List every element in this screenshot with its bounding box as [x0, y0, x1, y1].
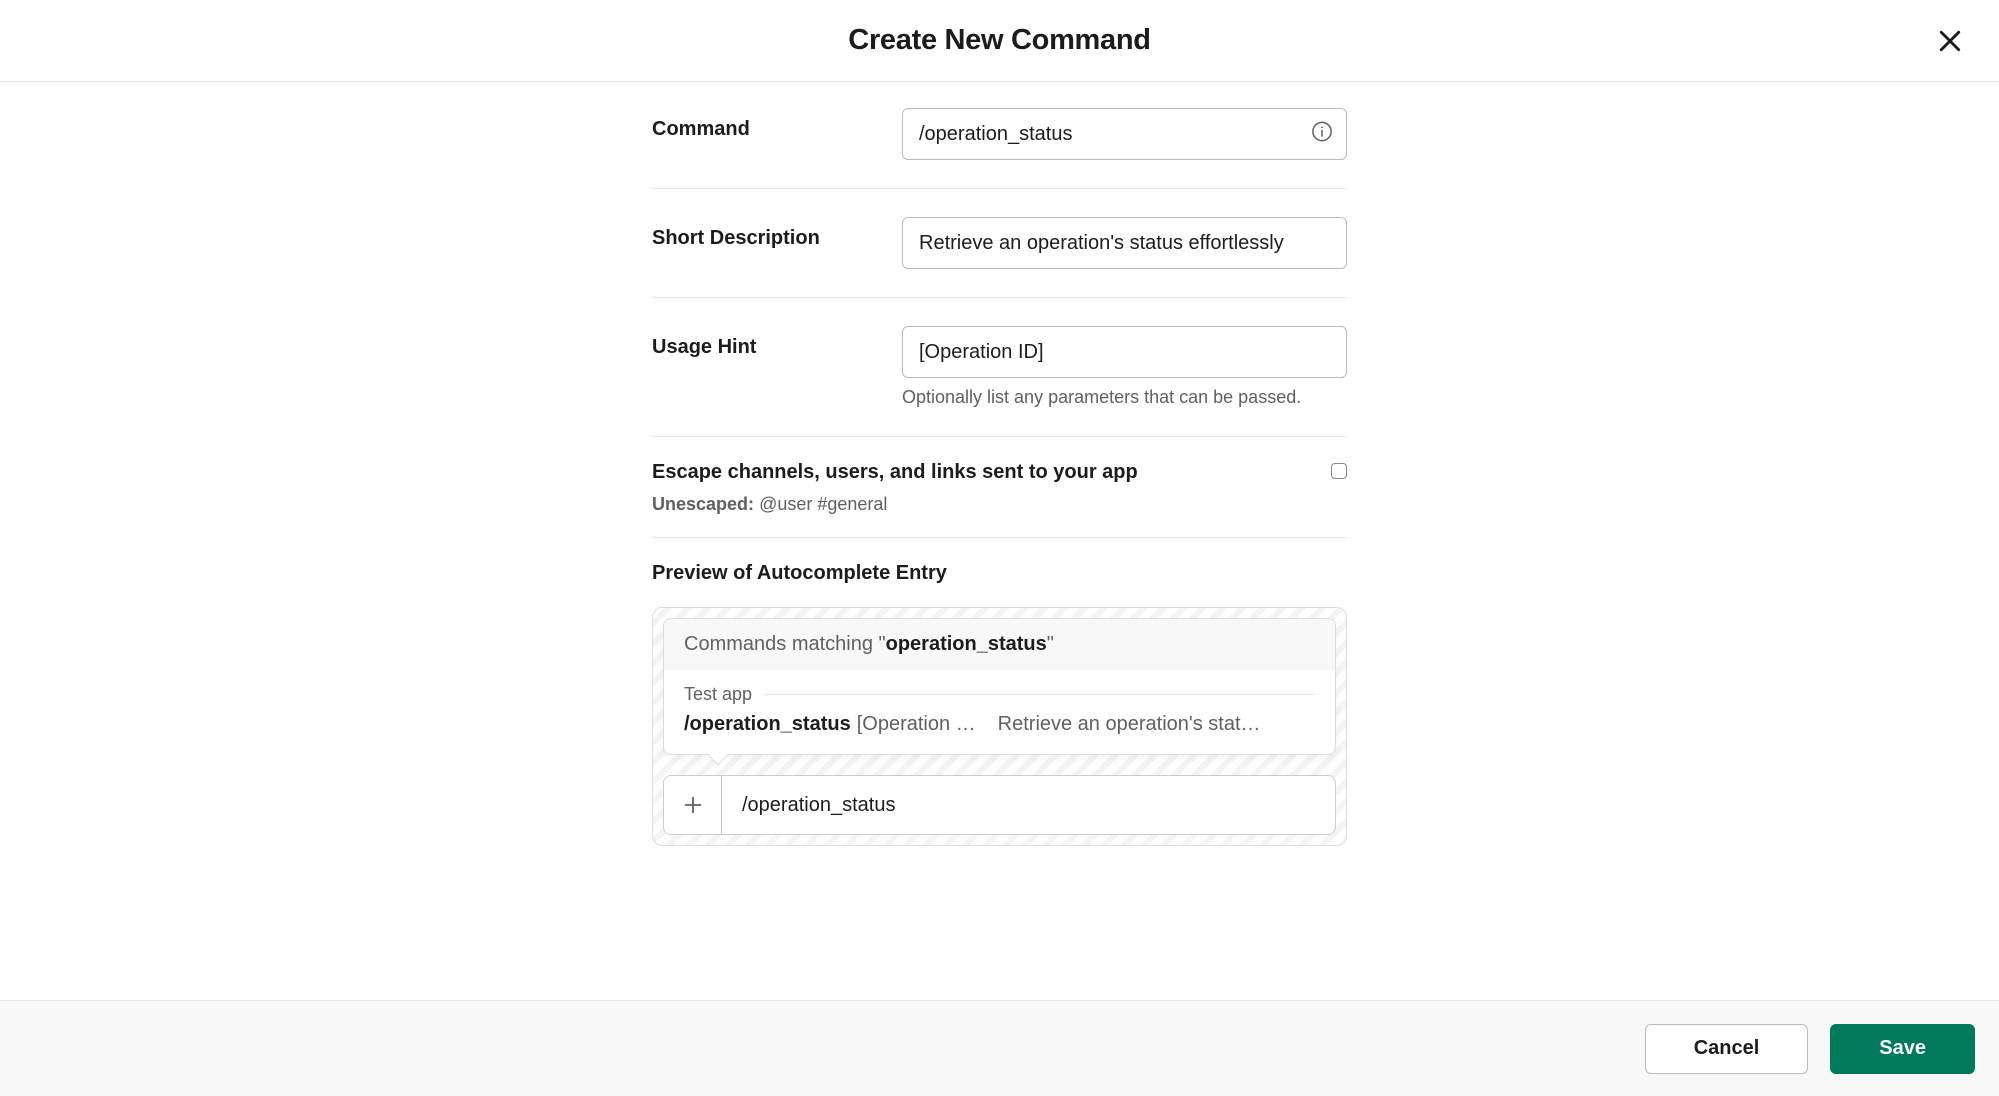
- command-row: Command: [652, 100, 1347, 189]
- autocomplete-box: Commands matching "operation_status" Tes…: [663, 618, 1336, 755]
- command-label: Command: [652, 118, 750, 140]
- preview-command-name: /operation_status: [684, 713, 851, 736]
- escape-sub: Unescaped: @user #general: [652, 494, 1138, 515]
- divider-line: [764, 694, 1315, 695]
- short-description-input[interactable]: [902, 217, 1347, 269]
- short-description-label: Short Description: [652, 227, 820, 249]
- command-entry: /operation_status [Operation … Retrieve …: [684, 713, 1315, 736]
- close-button[interactable]: [1929, 20, 1971, 62]
- usage-hint-label: Usage Hint: [652, 336, 756, 358]
- preview-title: Preview of Autocomplete Entry: [652, 562, 1347, 585]
- command-input[interactable]: [902, 108, 1347, 160]
- short-description-row: Short Description: [652, 189, 1347, 298]
- usage-hint-helper: Optionally list any parameters that can …: [902, 387, 1347, 408]
- preview-container: Commands matching "operation_status" Tes…: [652, 607, 1347, 846]
- escape-label: Escape channels, users, and links sent t…: [652, 461, 1138, 484]
- escape-sub-prefix: Unescaped:: [652, 494, 754, 514]
- app-divider: Test app: [684, 684, 1315, 705]
- modal-title: Create New Command: [848, 24, 1150, 57]
- plus-button[interactable]: [664, 776, 722, 834]
- modal-header: Create New Command: [0, 0, 1999, 82]
- close-icon: [1935, 26, 1965, 56]
- info-icon[interactable]: [1311, 121, 1333, 148]
- usage-hint-input[interactable]: [902, 326, 1347, 378]
- matching-prefix: Commands matching ": [684, 633, 886, 655]
- preview-app-name: Test app: [684, 684, 752, 705]
- save-button[interactable]: Save: [1830, 1024, 1975, 1074]
- preview-command-desc: Retrieve an operation's stat…: [998, 713, 1315, 736]
- escape-checkbox[interactable]: [1331, 463, 1347, 479]
- usage-hint-row: Usage Hint Optionally list any parameter…: [652, 298, 1347, 437]
- modal-footer: Cancel Save: [0, 1000, 1999, 1096]
- escape-sub-value: @user #general: [759, 494, 887, 514]
- message-input-text[interactable]: /operation_status: [722, 776, 1335, 834]
- cancel-button[interactable]: Cancel: [1645, 1024, 1809, 1074]
- preview-command-hint: [Operation …: [857, 713, 976, 736]
- modal-body: Command Short Description: [652, 82, 1347, 846]
- plus-icon: [682, 794, 704, 816]
- matching-term: operation_status: [886, 633, 1047, 655]
- message-input: /operation_status: [663, 775, 1336, 835]
- escape-row: Escape channels, users, and links sent t…: [652, 437, 1347, 538]
- autocomplete-header: Commands matching "operation_status": [664, 619, 1335, 670]
- matching-suffix: ": [1047, 633, 1054, 655]
- preview-section: Preview of Autocomplete Entry Commands m…: [652, 538, 1347, 846]
